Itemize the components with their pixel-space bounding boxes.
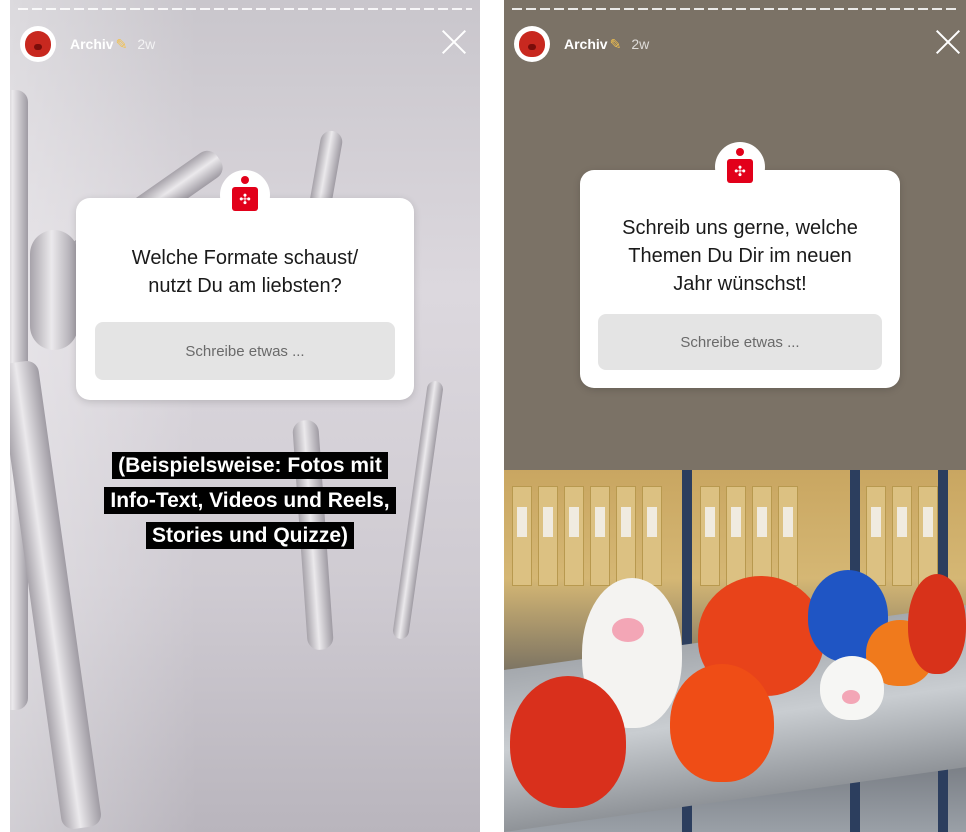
answer-input[interactable]: Schreibe etwas ... <box>598 314 882 370</box>
pencil-icon: ✎ <box>115 35 128 52</box>
puzzle-icon: ✣ <box>232 187 258 211</box>
archive-box <box>642 486 662 586</box>
piggy-banks-photo <box>504 470 966 832</box>
post-time: 2w <box>137 36 156 52</box>
archive-box <box>700 486 720 586</box>
account-name[interactable]: Archiv <box>564 36 608 52</box>
sticker-badge: ✣ <box>220 170 270 220</box>
story-left[interactable]: Archiv ✎ 2w ✣ Welche Formate schaust/ nu… <box>10 0 480 832</box>
question-sticker[interactable]: ✣ Welche Formate schaust/ nutzt Du am li… <box>76 170 414 400</box>
archive-box <box>918 486 938 586</box>
caption-text: (Beispielsweise: Fotos mit Info-Text, Vi… <box>104 452 396 549</box>
post-time: 2w <box>631 36 650 52</box>
brand-dot-icon <box>736 148 744 156</box>
archive-box <box>538 486 558 586</box>
archive-box <box>564 486 584 586</box>
story-header: Archiv ✎ 2w <box>20 24 470 64</box>
question-text: Welche Formate schaust/ nutzt Du am lieb… <box>131 247 359 297</box>
pig-snout <box>842 690 860 704</box>
pencil-icon: ✎ <box>609 35 622 52</box>
puzzle-icon: ✣ <box>727 159 753 183</box>
story-progress-bar <box>18 8 472 10</box>
story-caption: (Beispielsweise: Fotos mit Info-Text, Vi… <box>90 448 410 553</box>
red-piggy-bank <box>908 574 966 674</box>
piggy-bank-icon <box>25 31 51 57</box>
piggy-bank-icon <box>519 31 545 57</box>
answer-input[interactable]: Schreibe etwas ... <box>95 322 395 380</box>
question-text: Schreib uns gerne, welche Themen Du Dir … <box>622 217 858 295</box>
red-piggy-bank <box>510 676 626 808</box>
archive-box <box>512 486 532 586</box>
close-icon[interactable] <box>440 28 468 56</box>
question-sticker[interactable]: ✣ Schreib uns gerne, welche Themen Du Di… <box>580 142 900 388</box>
small-white-piggy-bank <box>820 656 884 720</box>
sticker-badge: ✣ <box>715 142 765 192</box>
archive-box <box>778 486 798 586</box>
orange-piggy-bank <box>670 664 774 782</box>
close-icon[interactable] <box>934 28 962 56</box>
avatar[interactable] <box>20 26 56 62</box>
story-header: Archiv ✎ 2w <box>514 24 956 64</box>
story-progress-bar <box>512 8 958 10</box>
avatar[interactable] <box>514 26 550 62</box>
account-name[interactable]: Archiv <box>70 36 114 52</box>
archive-box <box>752 486 772 586</box>
archive-box <box>726 486 746 586</box>
vault-hub <box>30 230 78 350</box>
pig-snout <box>612 618 644 642</box>
story-right[interactable]: Archiv ✎ 2w ✣ Schreib uns gerne, welche … <box>504 0 966 832</box>
archive-box <box>590 486 610 586</box>
archive-box <box>892 486 912 586</box>
archive-box <box>866 486 886 586</box>
brand-dot-icon <box>241 176 249 184</box>
archive-box <box>616 486 636 586</box>
